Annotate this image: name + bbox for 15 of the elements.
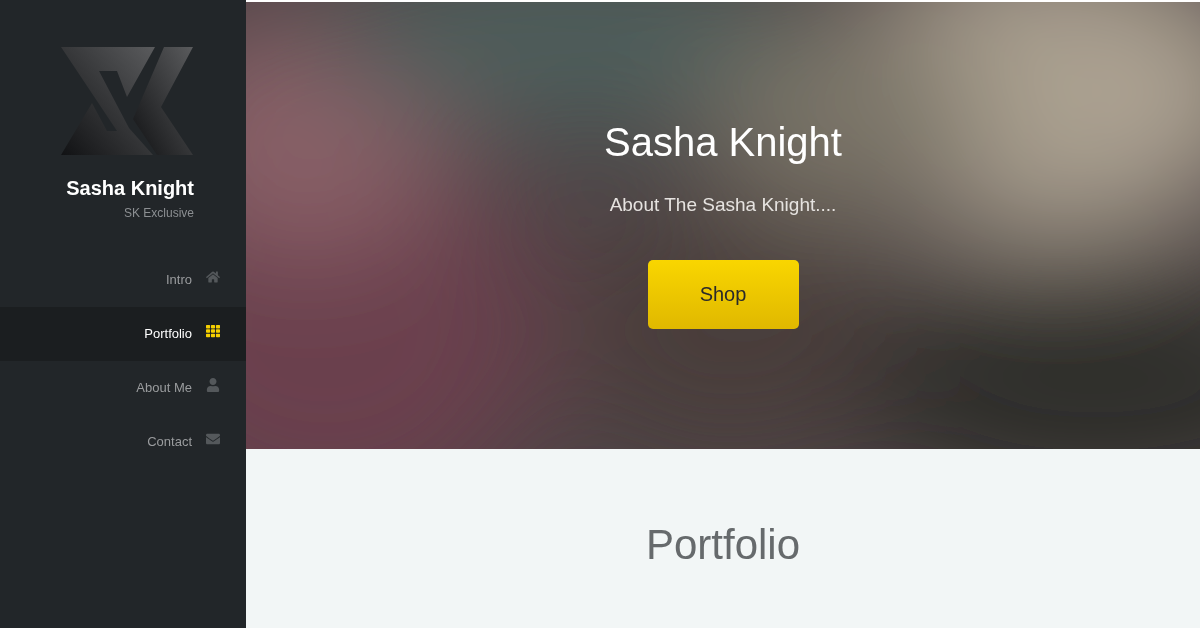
person-icon (206, 378, 220, 392)
logo-icon (61, 47, 193, 155)
nav-item[interactable]: Portfolio (0, 307, 246, 361)
site-tagline: SK Exclusive (123, 205, 194, 222)
nav-item[interactable]: Contact (0, 415, 246, 469)
hero-title: Sasha Knight (604, 119, 842, 166)
nav-item[interactable]: Intro (0, 253, 246, 307)
hero-subtitle: About The Sasha Knight.... (609, 193, 837, 217)
shop-button[interactable]: Shop (647, 259, 799, 329)
home-icon (206, 270, 220, 284)
grid-icon (206, 324, 220, 338)
section-title: Portfolio (645, 520, 801, 570)
envelope-icon (206, 432, 220, 446)
site-name: Sasha Knight (66, 176, 194, 201)
nav-item[interactable]: About Me (0, 361, 246, 415)
